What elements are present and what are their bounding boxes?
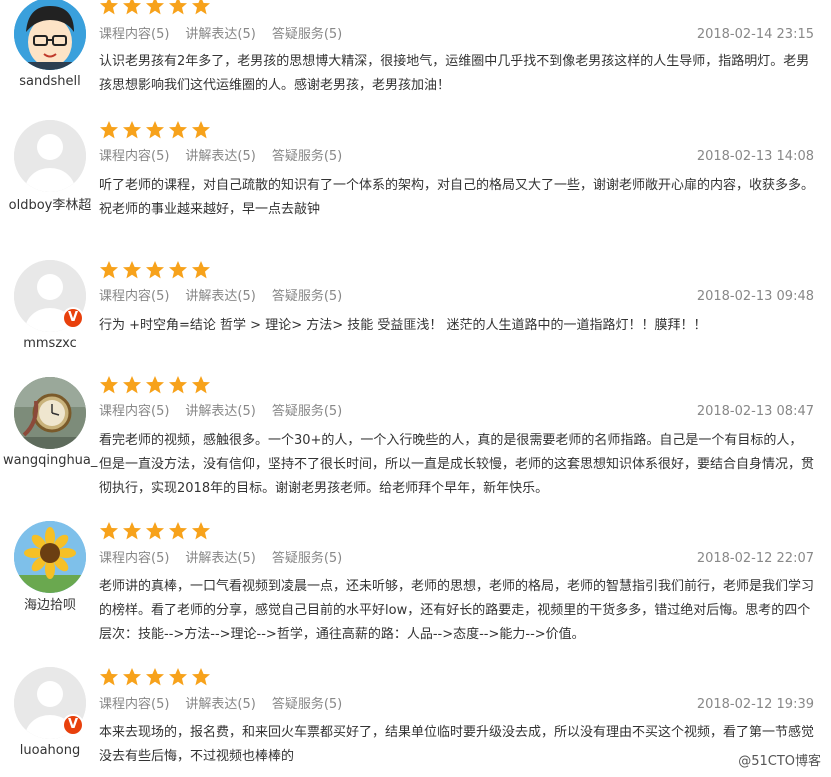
rating-tags: 课程内容(5) 讲解表达(5) 答疑服务(5)	[99, 696, 358, 714]
default-avatar-icon	[14, 120, 86, 192]
review-date: 2018-02-12 19:39	[696, 697, 814, 712]
tag-explanation: 讲解表达(5)	[185, 697, 256, 712]
review-content: 看完老师的视频，感触很多。一个30+的人，一个入行晚些的人，真的是很需要老师的名…	[99, 433, 815, 496]
username[interactable]: mmszxc	[0, 333, 100, 355]
username[interactable]: wangqinghua_	[3, 450, 97, 472]
review-content: 听了老师的课程，对自己疏散的知识有了一个体系的架构，对自己的格局又大了一些，谢谢…	[99, 178, 815, 217]
verified-badge-icon: V	[62, 714, 84, 736]
user-avatar[interactable]	[14, 521, 86, 593]
star-icon	[191, 0, 211, 16]
tag-qa-service: 答疑服务(5)	[271, 404, 343, 419]
user-avatar[interactable]	[14, 0, 86, 70]
star-icon	[145, 667, 165, 687]
star-icon	[122, 521, 142, 541]
review-date: 2018-02-13 09:48	[696, 289, 814, 304]
tag-course-content: 课程内容(5)	[99, 289, 170, 304]
tag-qa-service: 答疑服务(5)	[271, 27, 343, 42]
tag-explanation: 讲解表达(5)	[185, 149, 256, 164]
rating-tags: 课程内容(5) 讲解表达(5) 答疑服务(5)	[99, 288, 358, 306]
star-icon	[168, 260, 188, 280]
star-icon	[122, 667, 142, 687]
review-date: 2018-02-12 22:07	[696, 551, 814, 566]
star-icon	[168, 667, 188, 687]
star-icon	[168, 0, 188, 16]
rating-tags: 课程内容(5) 讲解表达(5) 答疑服务(5)	[99, 26, 358, 44]
tag-explanation: 讲解表达(5)	[185, 404, 256, 419]
rating-stars	[99, 120, 214, 142]
tag-qa-service: 答疑服务(5)	[271, 697, 343, 712]
tag-course-content: 课程内容(5)	[99, 551, 170, 566]
star-icon	[99, 260, 119, 280]
star-icon	[168, 375, 188, 395]
star-icon	[191, 260, 211, 280]
tag-qa-service: 答疑服务(5)	[271, 289, 343, 304]
tag-course-content: 课程内容(5)	[99, 697, 170, 712]
sunflower-avatar-icon	[14, 521, 86, 593]
review-content: 本来去现场的，报名费，和来回火车票都买好了，结果单位临时要升级没去成，所以没有理…	[99, 725, 815, 764]
rating-stars	[99, 0, 214, 18]
verified-badge-icon: V	[62, 307, 84, 329]
review-content: 认识老男孩有2年多了，老男孩的思想博大精深，很接地气，运维圈中几乎找不到像老男孩…	[99, 54, 810, 93]
tag-course-content: 课程内容(5)	[99, 149, 170, 164]
review-content: 行为 +时空角=结论 哲学 > 理论> 方法> 技能 受益匪浅！ 迷茫的人生道路…	[99, 318, 707, 333]
rating-tags: 课程内容(5) 讲解表达(5) 答疑服务(5)	[99, 403, 358, 421]
star-icon	[145, 0, 165, 16]
star-icon	[191, 667, 211, 687]
cartoon-boy-avatar-icon	[14, 0, 86, 70]
star-icon	[99, 521, 119, 541]
review-date: 2018-02-13 08:47	[696, 404, 814, 419]
star-icon	[122, 260, 142, 280]
star-icon	[145, 260, 165, 280]
star-icon	[122, 375, 142, 395]
star-icon	[99, 375, 119, 395]
tag-explanation: 讲解表达(5)	[185, 289, 256, 304]
star-icon	[191, 375, 211, 395]
tag-explanation: 讲解表达(5)	[185, 27, 256, 42]
tag-course-content: 课程内容(5)	[99, 27, 170, 42]
rating-stars	[99, 375, 214, 397]
pocket-watch-avatar-icon	[14, 377, 86, 449]
star-icon	[122, 120, 142, 140]
username[interactable]: oldboy李林超	[3, 195, 97, 217]
star-icon	[99, 120, 119, 140]
star-icon	[168, 521, 188, 541]
star-icon	[191, 521, 211, 541]
review-date: 2018-02-13 14:08	[696, 149, 814, 164]
username[interactable]: sandshell	[0, 71, 100, 93]
watermark: @51CTO博客	[738, 754, 821, 769]
username[interactable]: luoahong	[0, 740, 100, 762]
user-avatar[interactable]	[14, 120, 86, 192]
user-avatar[interactable]	[14, 377, 86, 449]
star-icon	[145, 375, 165, 395]
star-icon	[191, 120, 211, 140]
username[interactable]: 海边拾呗	[0, 595, 100, 617]
star-icon	[122, 0, 142, 16]
star-icon	[99, 667, 119, 687]
review-content: 老师讲的真棒，一口气看视频到凌晨一点，还未听够，老师的思想，老师的格局，老师的智…	[99, 579, 815, 642]
tag-explanation: 讲解表达(5)	[185, 551, 256, 566]
tag-course-content: 课程内容(5)	[99, 404, 170, 419]
star-icon	[99, 0, 119, 16]
rating-stars	[99, 260, 214, 282]
star-icon	[168, 120, 188, 140]
rating-stars	[99, 667, 214, 689]
star-icon	[145, 521, 165, 541]
review-date: 2018-02-14 23:15	[696, 27, 814, 42]
tag-qa-service: 答疑服务(5)	[271, 551, 343, 566]
tag-qa-service: 答疑服务(5)	[271, 149, 343, 164]
rating-stars	[99, 521, 214, 543]
star-icon	[145, 120, 165, 140]
rating-tags: 课程内容(5) 讲解表达(5) 答疑服务(5)	[99, 148, 358, 166]
rating-tags: 课程内容(5) 讲解表达(5) 答疑服务(5)	[99, 550, 358, 568]
